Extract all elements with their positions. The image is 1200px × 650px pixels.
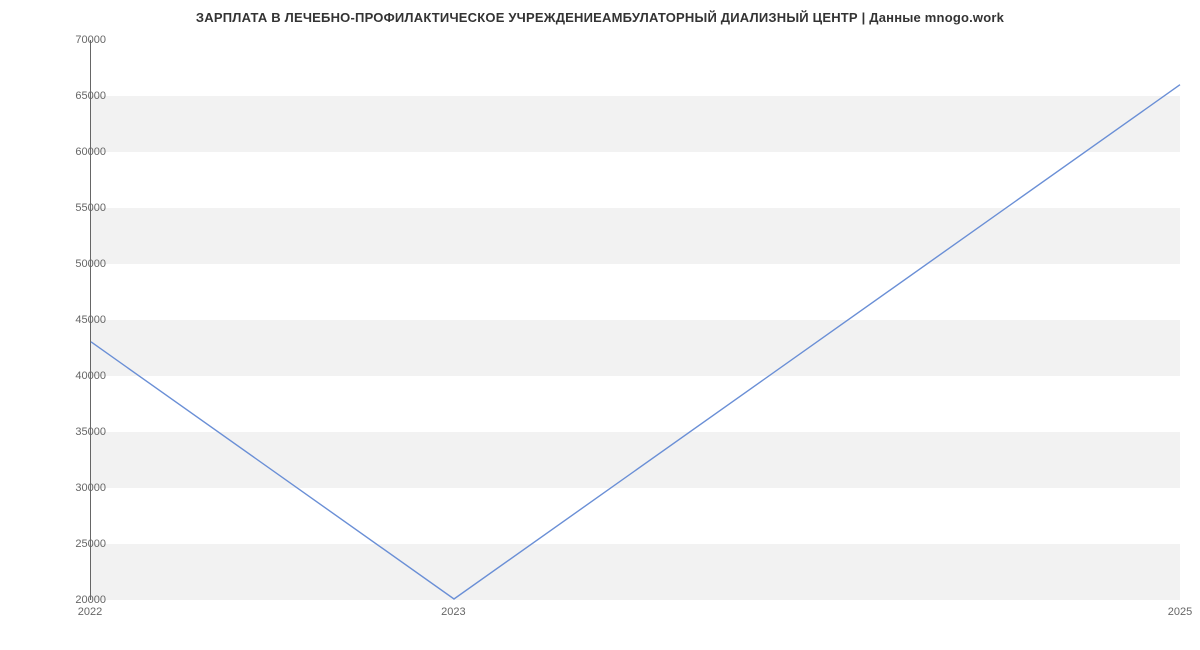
y-tick-label: 35000: [46, 426, 106, 438]
x-tick-label: 2025: [1168, 606, 1192, 618]
x-tick-label: 2022: [78, 606, 102, 618]
chart-container: ЗАРПЛАТА В ЛЕЧЕБНО-ПРОФИЛАКТИЧЕСКОЕ УЧРЕ…: [0, 0, 1200, 650]
y-tick-label: 60000: [46, 146, 106, 158]
y-tick-label: 25000: [46, 538, 106, 550]
y-tick-label: 50000: [46, 258, 106, 270]
y-tick-label: 55000: [46, 202, 106, 214]
plot-area: [90, 40, 1180, 600]
line-series: [91, 40, 1180, 599]
y-tick-label: 65000: [46, 90, 106, 102]
y-tick-label: 70000: [46, 34, 106, 46]
y-tick-label: 30000: [46, 482, 106, 494]
y-tick-label: 20000: [46, 594, 106, 606]
y-tick-label: 45000: [46, 314, 106, 326]
chart-title: ЗАРПЛАТА В ЛЕЧЕБНО-ПРОФИЛАКТИЧЕСКОЕ УЧРЕ…: [0, 10, 1200, 25]
y-tick-label: 40000: [46, 370, 106, 382]
series-path: [91, 85, 1180, 599]
x-tick-label: 2023: [441, 606, 465, 618]
